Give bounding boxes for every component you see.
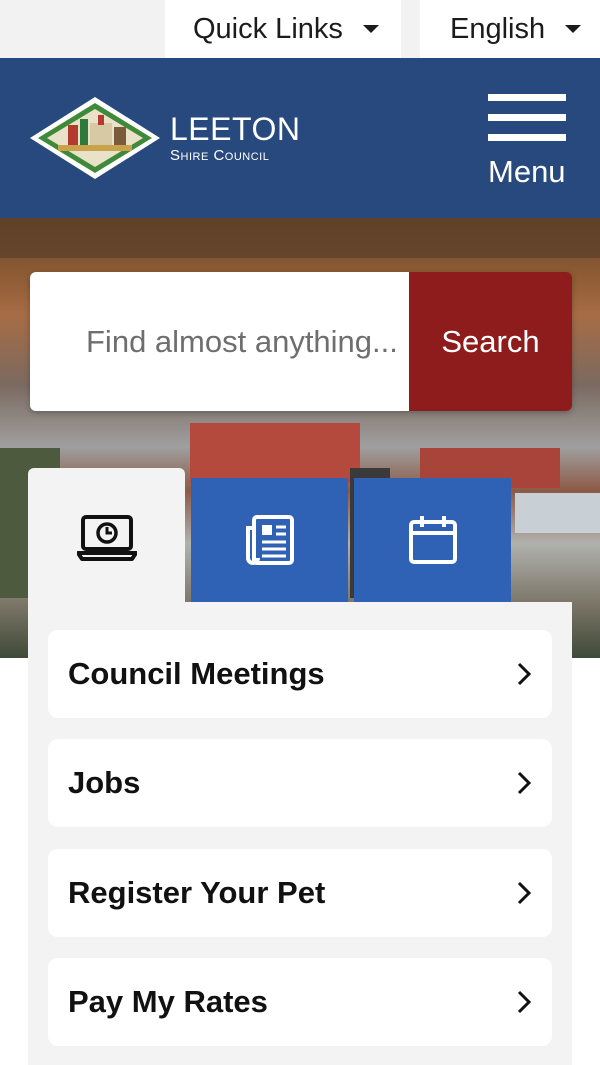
hamburger-bar bbox=[488, 134, 566, 141]
search-box: Search bbox=[30, 272, 572, 411]
logo-text: LEETON Shire Council bbox=[170, 113, 300, 163]
menu-label: Menu bbox=[488, 154, 566, 189]
hero-red-roof bbox=[190, 423, 360, 483]
chevron-right-icon bbox=[517, 662, 532, 686]
list-item[interactable]: Jobs bbox=[48, 739, 552, 827]
menu-button[interactable]: Menu bbox=[484, 94, 574, 194]
computer-clock-icon bbox=[76, 515, 137, 561]
leeton-emblem-icon bbox=[30, 97, 160, 179]
logo-sub-text: Shire Council bbox=[170, 147, 270, 164]
list-item-label: Jobs bbox=[68, 765, 141, 800]
hero-tree-line bbox=[0, 218, 600, 258]
chevron-right-icon bbox=[517, 881, 532, 905]
utility-bar: Quick Links English bbox=[0, 0, 600, 58]
logo-main-text: LEETON bbox=[170, 111, 301, 147]
site-header: LEETON Shire Council Menu bbox=[0, 58, 600, 218]
newspaper-icon bbox=[245, 515, 294, 565]
hamburger-icon bbox=[488, 94, 566, 101]
list-item-label: Register Your Pet bbox=[68, 875, 326, 910]
caret-down-icon bbox=[362, 25, 379, 33]
search-input[interactable] bbox=[30, 272, 409, 411]
quick-links-dropdown[interactable]: Quick Links bbox=[165, 0, 401, 58]
chevron-right-icon bbox=[517, 990, 532, 1014]
list-item-label: Pay My Rates bbox=[68, 984, 268, 1019]
list-item[interactable]: Register Your Pet bbox=[48, 849, 552, 937]
list-item[interactable]: Council Meetings bbox=[48, 630, 552, 718]
list-item-label: Council Meetings bbox=[68, 656, 325, 691]
calendar-icon bbox=[408, 516, 457, 564]
language-label: English bbox=[450, 12, 546, 45]
hero-grey-roof bbox=[515, 493, 600, 533]
quick-links-label: Quick Links bbox=[193, 12, 343, 45]
site-logo[interactable]: LEETON Shire Council bbox=[28, 94, 300, 182]
tab-services[interactable] bbox=[28, 468, 185, 608]
quick-items-panel: Council Meetings Jobs Register Your Pet … bbox=[28, 602, 572, 1065]
search-button[interactable]: Search bbox=[409, 272, 572, 411]
tab-news[interactable] bbox=[191, 478, 348, 602]
list-item[interactable]: Pay My Rates bbox=[48, 958, 552, 1046]
hamburger-bar bbox=[488, 114, 566, 121]
chevron-right-icon bbox=[517, 771, 532, 795]
tab-events[interactable] bbox=[354, 478, 511, 602]
caret-down-icon bbox=[565, 25, 582, 33]
language-dropdown[interactable]: English bbox=[420, 0, 600, 58]
